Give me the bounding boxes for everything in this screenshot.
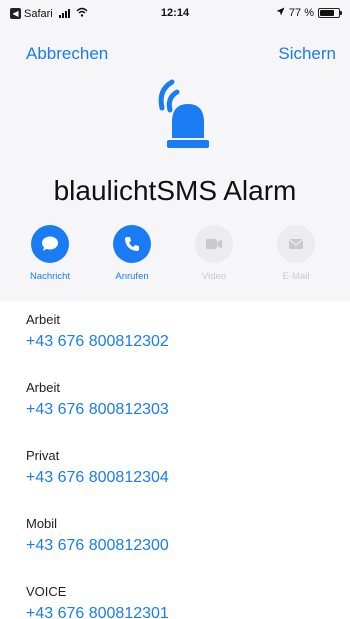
phone-type-label: Mobil — [26, 516, 58, 531]
battery-percent: 77 % — [288, 7, 314, 19]
status-right: 77 % — [276, 7, 342, 19]
phone-row[interactable]: Arbeit +43 676 800812303 — [0, 370, 350, 438]
phone-number[interactable]: +43 676 800812304 — [26, 469, 350, 487]
phone-number[interactable]: +43 676 800812302 — [26, 333, 350, 351]
status-bar: ◀ Safari 12:14 77 % — [0, 0, 350, 26]
phone-type-label: VOICE — [26, 584, 67, 599]
message-icon — [31, 225, 69, 263]
mail-button[interactable]: E-Mail — [268, 225, 324, 282]
call-button[interactable]: Anrufen — [104, 225, 160, 282]
phone-number[interactable]: +43 676 800812301 — [26, 605, 350, 619]
battery-icon — [318, 8, 342, 18]
message-label: Nachricht — [29, 271, 71, 282]
phone-icon — [113, 225, 151, 263]
video-icon — [195, 225, 233, 263]
quick-actions: Nachricht Anrufen Video E-Mail — [22, 225, 342, 282]
phone-row[interactable]: Privat +43 676 800812304 — [0, 438, 350, 506]
siren-icon — [140, 78, 220, 154]
mail-icon — [277, 225, 315, 263]
message-button[interactable]: Nachricht — [22, 225, 78, 282]
phone-row[interactable]: Arbeit +43 676 800812302 — [0, 302, 350, 370]
phone-row[interactable]: Mobil +43 676 800812300 — [0, 506, 350, 574]
call-label: Anrufen — [115, 271, 149, 282]
video-label: Video — [201, 271, 227, 282]
cancel-button[interactable]: Abbrechen — [26, 44, 108, 64]
location-icon — [276, 7, 285, 19]
phone-number[interactable]: +43 676 800812303 — [26, 401, 350, 419]
mail-label: E-Mail — [282, 271, 310, 282]
phone-row[interactable]: VOICE +43 676 800812301 — [0, 574, 350, 619]
phone-type-label: Arbeit — [26, 380, 60, 395]
save-button[interactable]: Sichern — [278, 44, 336, 64]
phone-list: Arbeit +43 676 800812302 Arbeit +43 676 … — [0, 302, 350, 619]
phone-type-label: Arbeit — [26, 312, 60, 327]
contact-name: blaulichtSMS Alarm — [53, 175, 297, 206]
phone-type-label: Privat — [26, 448, 60, 463]
video-button[interactable]: Video — [186, 225, 242, 282]
phone-number[interactable]: +43 676 800812300 — [26, 537, 350, 555]
